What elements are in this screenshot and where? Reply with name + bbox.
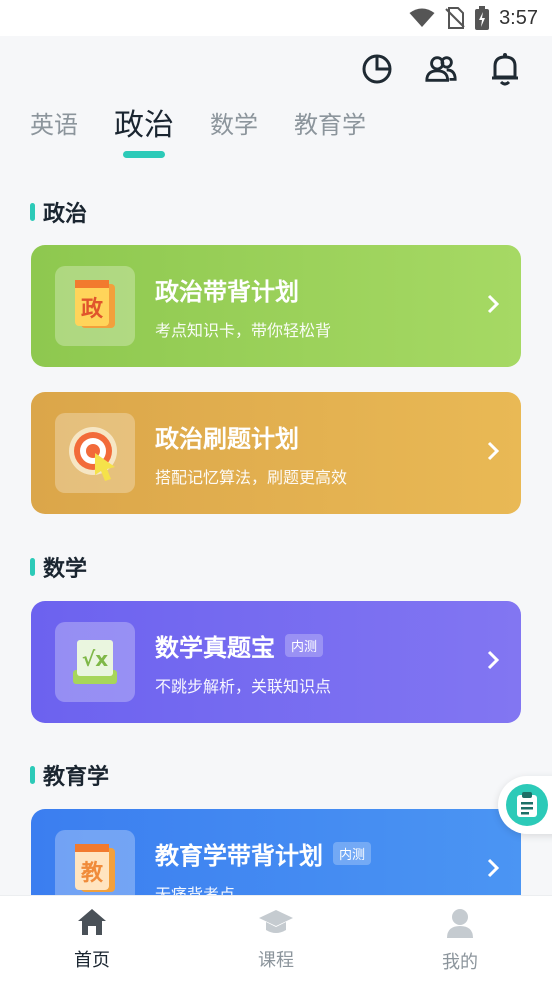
pie-chart-icon[interactable] <box>360 52 394 86</box>
nav-courses[interactable]: 课程 <box>184 896 368 981</box>
users-icon[interactable] <box>424 52 458 86</box>
card-subtitle: 不跳步解析，关联知识点 <box>155 676 332 696</box>
math-book-icon-text: √x <box>82 647 108 671</box>
wifi-icon <box>409 8 435 28</box>
section-marker <box>30 203 35 221</box>
beta-badge: 内测 <box>285 633 324 657</box>
beta-badge: 内测 <box>333 841 372 865</box>
flashcard-icon-text: 教 <box>81 860 104 886</box>
chevron-right-icon <box>487 441 500 465</box>
nav-profile-label: 我的 <box>442 952 478 973</box>
chevron-right-icon <box>487 650 500 674</box>
user-icon <box>446 908 474 942</box>
target-icon <box>55 413 135 493</box>
clipboard-icon <box>506 784 548 826</box>
status-time: 3:57 <box>499 6 538 29</box>
math-exam-card[interactable]: √x 数学真题宝 内测 不跳步解析，关联知识点 <box>31 601 521 723</box>
card-title: 教育学带背计划 <box>155 841 323 870</box>
chevron-right-icon <box>487 858 500 882</box>
nav-courses-label: 课程 <box>258 950 294 971</box>
math-book-icon: √x <box>55 622 135 702</box>
no-sim-icon <box>445 7 465 29</box>
section-title-math: 数学 <box>30 551 87 583</box>
flashcard-icon: 政 <box>55 266 135 346</box>
tab-math[interactable]: 数学 <box>210 100 258 144</box>
section-marker <box>30 558 35 576</box>
card-title: 政治带背计划 <box>155 277 299 306</box>
section-title-text: 数学 <box>43 557 88 582</box>
card-title: 政治刷题计划 <box>155 424 299 453</box>
section-title-education: 教育学 <box>30 759 109 791</box>
tab-english[interactable]: 英语 <box>30 100 78 144</box>
status-bar: 3:57 <box>0 0 552 36</box>
battery-charging-icon <box>475 6 490 30</box>
politics-practice-card[interactable]: 政治刷题计划 搭配记忆算法，刷题更高效 <box>31 392 521 514</box>
section-marker <box>30 766 35 784</box>
flashcard-icon-text: 政 <box>81 296 104 322</box>
bottom-navigation: 首页 课程 我的 <box>0 895 552 981</box>
tab-education[interactable]: 教育学 <box>294 100 366 144</box>
section-title-text: 教育学 <box>43 765 110 790</box>
card-subtitle: 考点知识卡，带你轻松背 <box>155 320 332 340</box>
floating-notes-button[interactable] <box>498 776 552 834</box>
tab-politics[interactable]: 政治 <box>114 100 174 144</box>
bell-icon[interactable] <box>488 52 522 86</box>
politics-recite-card[interactable]: 政 政治带背计划 考点知识卡，带你轻松背 <box>31 245 521 367</box>
graduation-cap-icon <box>258 908 294 940</box>
nav-home-label: 首页 <box>74 950 110 971</box>
section-title-politics: 政治 <box>30 196 87 228</box>
section-title-text: 政治 <box>43 202 88 227</box>
top-actions <box>360 52 522 86</box>
card-title: 数学真题宝 <box>155 633 275 662</box>
card-subtitle: 搭配记忆算法，刷题更高效 <box>155 467 348 487</box>
subject-tabs: 英语 政治 数学 教育学 <box>30 100 366 144</box>
nav-home[interactable]: 首页 <box>0 896 184 981</box>
nav-profile[interactable]: 我的 <box>368 896 552 981</box>
chevron-right-icon <box>487 294 500 318</box>
home-icon <box>77 908 107 940</box>
